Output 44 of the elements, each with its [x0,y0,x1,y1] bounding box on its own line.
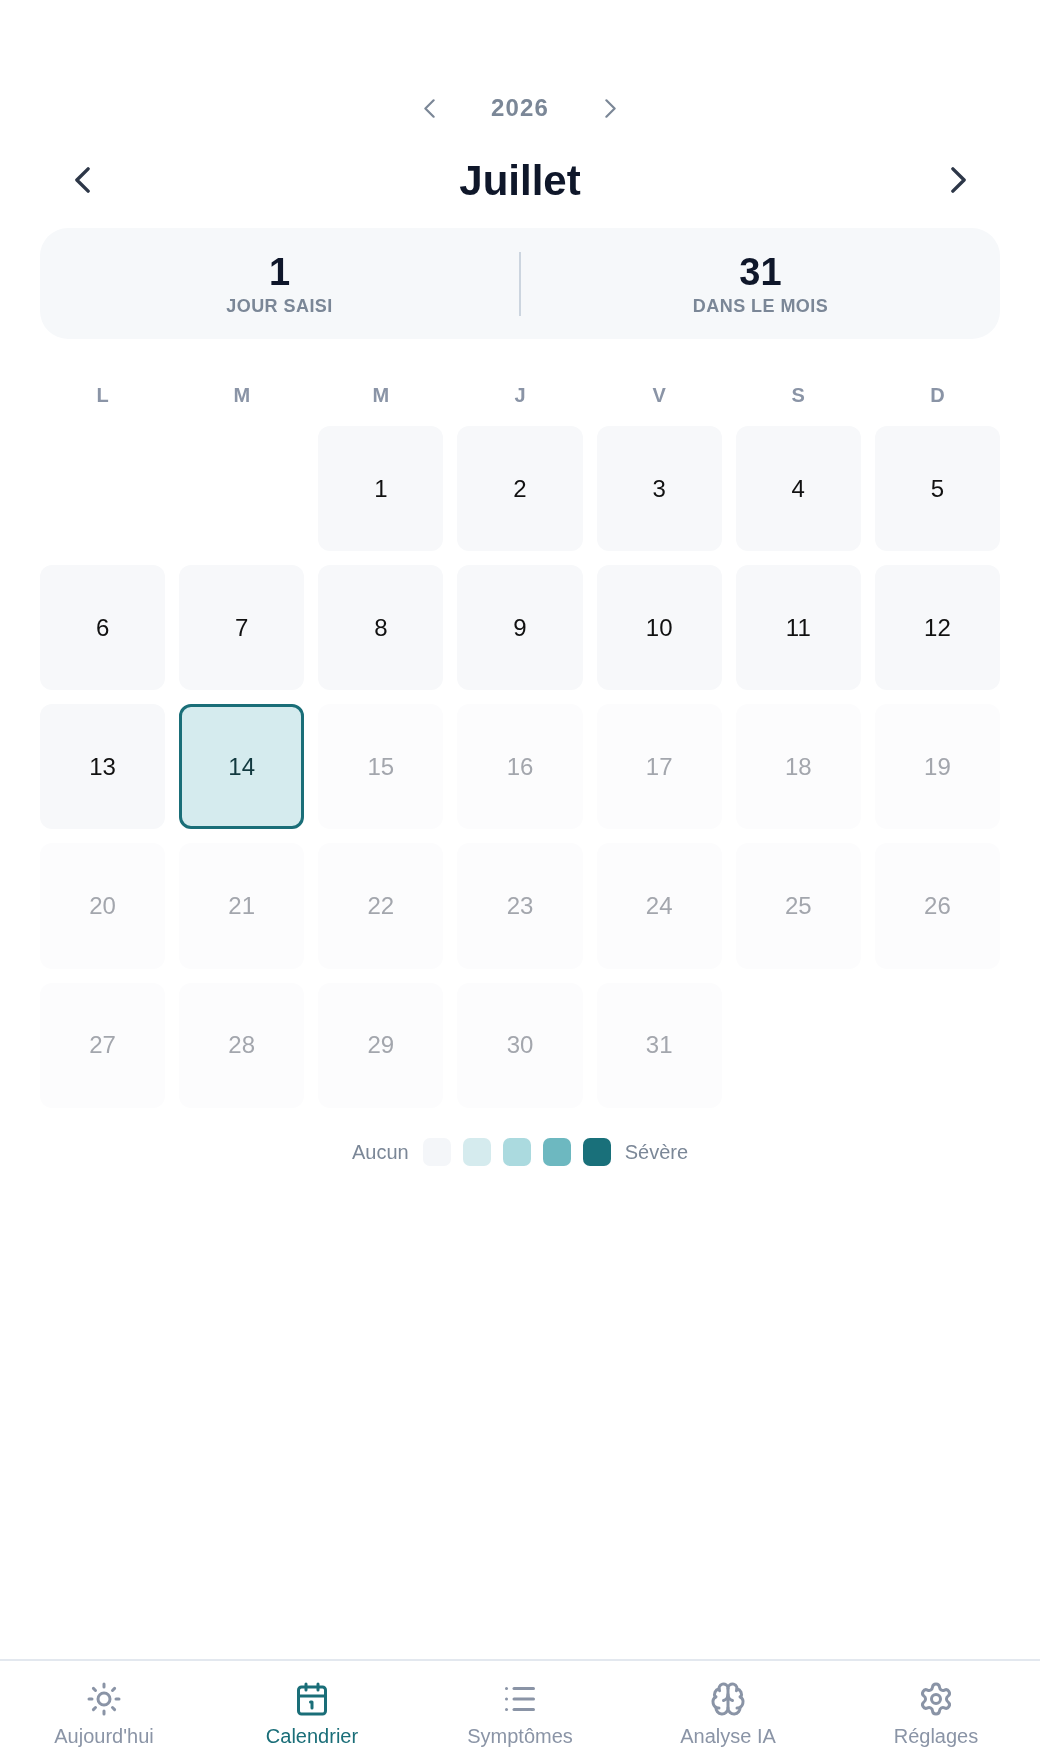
weekday-label: M [371,383,391,408]
calendar-day[interactable]: 12 [874,565,1000,691]
weekday-label: S [790,383,806,408]
legend-low-label: Aucun [351,1139,409,1165]
legend-high-label: Sévère [624,1139,689,1165]
nav-tab[interactable]: Aujourd'hui [0,1661,208,1760]
calendar-day[interactable]: 6 [40,565,166,691]
calendar-day[interactable]: 5 [874,426,1000,552]
calendar-day[interactable]: 10 [596,565,722,691]
stat-label: DANS LE MOIS [692,294,829,318]
weekday-label: L [95,383,110,408]
calendar-day[interactable]: 2 [457,426,583,552]
stat-label: JOUR SAISI [226,294,333,318]
chevron-left-icon [74,167,90,193]
stat-value: 31 [739,249,782,294]
calendar-day[interactable]: 7 [179,565,305,691]
next-year-button[interactable] [605,98,617,118]
nav-tab[interactable]: Réglages [832,1661,1040,1760]
calendar-day[interactable]: 3 [596,426,722,552]
weekday-label: J [513,383,527,408]
month-title: Juillet [459,155,581,206]
sun-icon [86,1680,122,1717]
calendar-icon [294,1680,330,1717]
calendar-day[interactable]: 4 [735,426,861,552]
previous-year-button[interactable] [423,98,435,118]
calendar-day[interactable]: 1 [318,426,444,552]
nav-tab[interactable]: Symptômes [416,1661,624,1760]
calendar-day[interactable]: 9 [457,565,583,691]
weekday-label: D [929,383,946,408]
weekday-label: V [651,383,667,408]
settings-icon [918,1680,954,1717]
year-label: 2026 [490,93,550,123]
chevron-right-icon [605,98,617,118]
stat-value: 1 [268,249,291,294]
nav-tab[interactable]: Analyse IA [624,1661,832,1760]
brain-icon [710,1680,746,1717]
calendar-day[interactable]: 14 [179,704,305,830]
weekday-label: M [232,383,252,408]
nav-tab[interactable]: Calendrier [208,1661,416,1760]
chevron-right-icon [950,167,966,193]
chevron-left-icon [423,98,435,118]
calendar-day[interactable]: 8 [318,565,444,691]
calendar-day[interactable]: 13 [40,704,166,830]
calendar-day[interactable]: 11 [735,565,861,691]
